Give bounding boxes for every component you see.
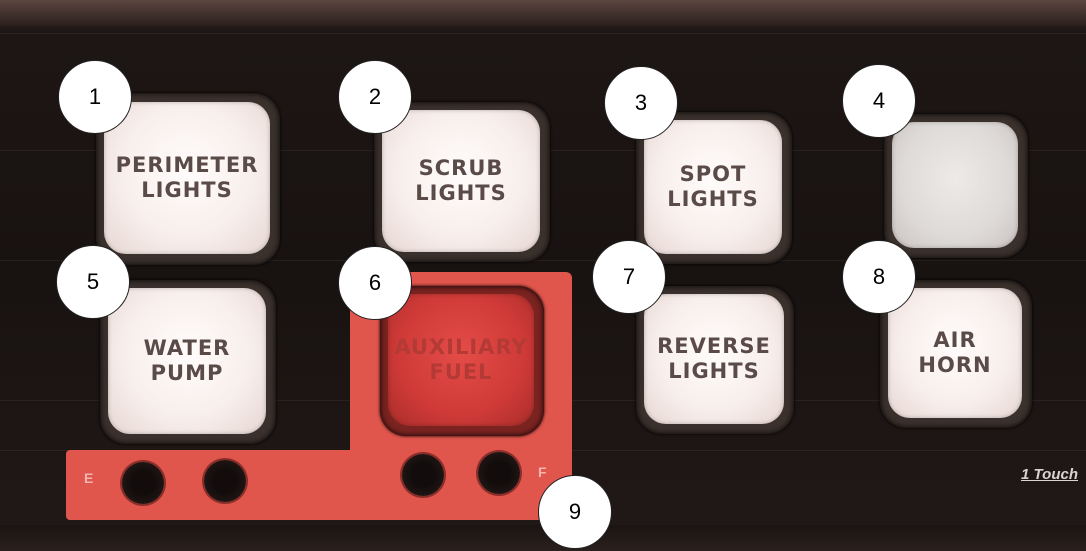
callout-4: 4 — [842, 64, 916, 138]
callout-9: 9 — [538, 475, 612, 549]
perimeter-lights-button[interactable]: PERIMETER LIGHTS — [104, 102, 270, 254]
brand-logo: 1 Touch — [1021, 466, 1078, 483]
auxiliary-fuel-button[interactable]: AUXILIARY FUEL — [388, 294, 534, 426]
fuel-indicator-light — [204, 460, 246, 502]
scan-line — [0, 33, 1086, 34]
fuel-empty-label: E — [84, 470, 94, 486]
switch-panel: PERIMETER LIGHTS SCRUB LIGHTS SPOT LIGHT… — [0, 0, 1086, 551]
callout-1: 1 — [58, 60, 132, 134]
callout-5: 5 — [56, 245, 130, 319]
fuel-indicator-light — [122, 462, 164, 504]
fuel-indicator-light — [478, 452, 520, 494]
panel-top-edge — [0, 0, 1086, 26]
fuel-indicator-light — [402, 454, 444, 496]
reverse-lights-button[interactable]: REVERSE LIGHTS — [644, 294, 784, 424]
unlabeled-button[interactable] — [892, 122, 1018, 248]
fuel-full-label: F — [538, 464, 547, 480]
callout-6: 6 — [338, 246, 412, 320]
callout-3: 3 — [604, 66, 678, 140]
callout-2: 2 — [338, 60, 412, 134]
callout-8: 8 — [842, 240, 916, 314]
water-pump-button[interactable]: WATER PUMP — [108, 288, 266, 434]
air-horn-button[interactable]: AIR HORN — [888, 288, 1022, 418]
scrub-lights-button[interactable]: SCRUB LIGHTS — [382, 110, 540, 252]
spot-lights-button[interactable]: SPOT LIGHTS — [644, 120, 782, 254]
callout-7: 7 — [592, 240, 666, 314]
